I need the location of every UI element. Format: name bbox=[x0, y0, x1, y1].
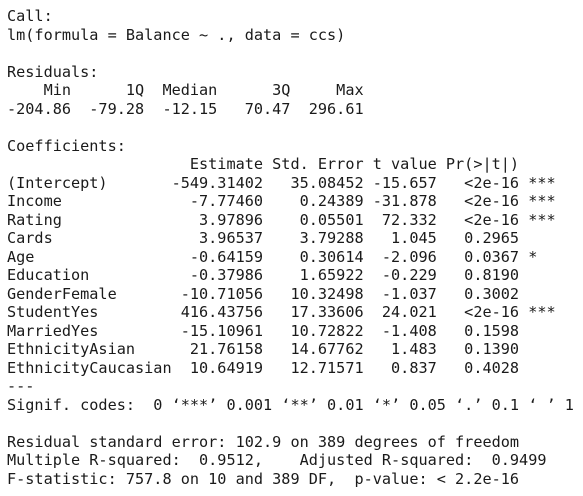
console-line-signif-codes: Signif. codes: 0 ‘***’ 0.001 ‘**’ 0.01 ‘… bbox=[7, 395, 574, 414]
console-line-r-squared: Multiple R-squared: 0.9512, Adjusted R-s… bbox=[7, 451, 556, 469]
coef-row-income: Income -7.77460 0.24389 -31.878 <2e-16 *… bbox=[7, 192, 556, 210]
coef-row-married-yes: MarriedYes -15.10961 10.72822 -1.408 0.1… bbox=[7, 321, 556, 340]
console-line-blank bbox=[7, 44, 583, 63]
coef-row-education: Education -0.37986 1.65922 -0.229 0.8190 bbox=[7, 266, 556, 284]
coef-row-ethnicity-asian: EthnicityAsian 21.76158 14.67762 1.483 0… bbox=[7, 340, 556, 358]
coef-row-cards: Cards 3.96537 3.79288 1.045 0.2965 bbox=[7, 229, 556, 247]
coef-row-age: Age -0.64159 0.30614 -2.096 0.0367 * bbox=[7, 247, 556, 266]
r-console-output: Call: lm(formula = Balance ~ ., data = c… bbox=[7, 7, 583, 496]
console-line-residual-std-error: Residual standard error: 102.9 on 389 de… bbox=[7, 432, 520, 451]
console-line-blank bbox=[7, 414, 583, 433]
console-line-coefficients-label: Coefficients: bbox=[7, 136, 126, 155]
console-line-call-formula: lm(formula = Balance ~ ., data = ccs) bbox=[7, 25, 346, 44]
console-line-separator: --- bbox=[7, 377, 35, 395]
console-line-blank bbox=[7, 118, 583, 137]
coef-row-gender-female: GenderFemale -10.71056 10.32498 -1.037 0… bbox=[7, 284, 556, 303]
coef-row-ethnicity-caucasian: EthnicityCaucasian 10.64919 12.71571 0.8… bbox=[7, 358, 556, 377]
console-line-f-statistic: F-statistic: 757.8 on 10 and 389 DF, p-v… bbox=[7, 469, 520, 488]
console-line-residuals-values: -204.86 -79.28 -12.15 70.47 296.61 bbox=[7, 99, 373, 118]
console-line-call-label: Call: bbox=[7, 7, 53, 25]
console-line-coefficients-header: Estimate Std. Error t value Pr(>|t|) bbox=[7, 155, 556, 173]
coef-row-student-yes: StudentYes 416.43756 17.33606 24.021 <2e… bbox=[7, 303, 556, 321]
coef-row-rating: Rating 3.97896 0.05501 72.332 <2e-16 *** bbox=[7, 210, 556, 229]
console-line-residuals-header: Min 1Q Median 3Q Max bbox=[7, 81, 373, 99]
console-line-residuals-label: Residuals: bbox=[7, 62, 99, 81]
coef-row-intercept: (Intercept) -549.31402 35.08452 -15.657 … bbox=[7, 173, 556, 192]
